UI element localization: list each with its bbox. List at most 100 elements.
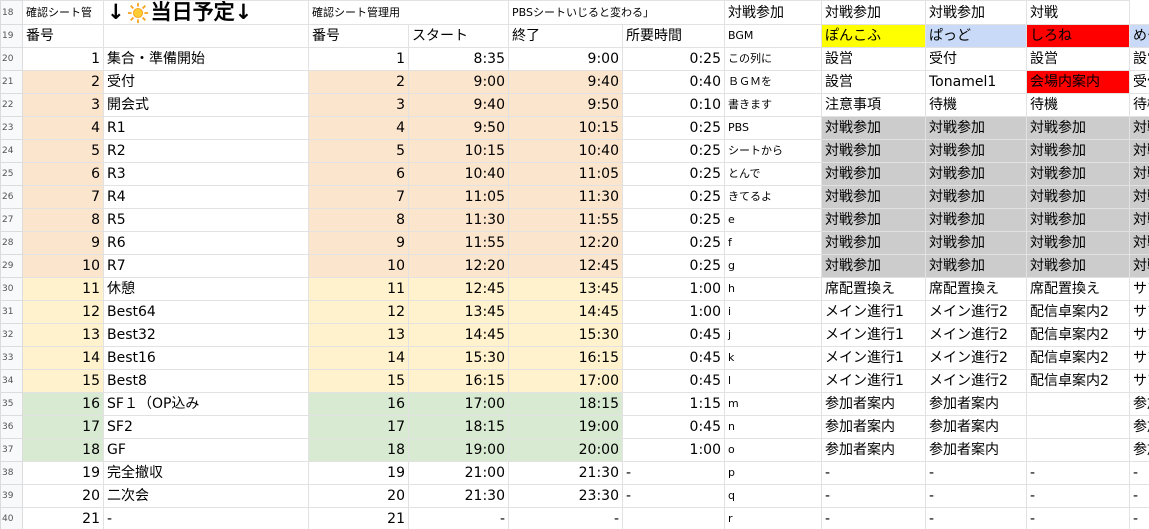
cell-event-name[interactable]: 受付 — [103, 70, 309, 94]
cell-bgm[interactable]: j — [724, 323, 822, 347]
cell-bgm[interactable]: n — [724, 415, 822, 439]
cell-end-time[interactable]: 18:15 — [508, 392, 623, 416]
cell-number[interactable]: 12 — [22, 300, 104, 324]
cell-duration[interactable]: 1:15 — [622, 392, 725, 416]
cell-duration[interactable]: 0:45 — [622, 369, 725, 393]
cell-staff-task[interactable]: 席配置換え — [1026, 277, 1130, 301]
cell-staff-task[interactable]: 対戦参加 — [925, 162, 1027, 186]
cell-staff-task[interactable]: サブ — [1129, 277, 1149, 301]
cell-staff-task[interactable]: メイン進行2 — [925, 346, 1027, 370]
cell-event-name[interactable]: Best32 — [103, 323, 309, 347]
cell-duration[interactable]: 0:25 — [622, 162, 725, 186]
cell-number-2[interactable]: 3 — [308, 93, 409, 117]
row-header[interactable]: 22 — [0, 93, 23, 117]
cell-staff-task[interactable]: 対戦参加 — [1026, 208, 1130, 232]
cell-number-2[interactable]: 5 — [308, 139, 409, 163]
cell-end-time[interactable]: 19:00 — [508, 415, 623, 439]
cell-staff-task[interactable]: メイン進行1 — [821, 300, 926, 324]
cell-staff-task[interactable]: メイン進行1 — [821, 346, 926, 370]
cell-staff-task[interactable]: 設営 — [821, 47, 926, 71]
cell-end-time[interactable]: 10:15 — [508, 116, 623, 140]
cell-end-time[interactable]: 11:55 — [508, 208, 623, 232]
cell-end-time[interactable]: 9:40 — [508, 70, 623, 94]
row-header[interactable]: 30 — [0, 277, 23, 301]
cell-duration[interactable]: 1:00 — [622, 438, 725, 462]
row-header[interactable]: 34 — [0, 369, 23, 393]
cell-start-time[interactable]: 11:55 — [408, 231, 509, 255]
cell-staff-task[interactable]: 参加者案内 — [925, 415, 1027, 439]
cell-end-time[interactable]: 13:45 — [508, 277, 623, 301]
cell-number[interactable]: 11 — [22, 277, 104, 301]
cell-staff-task[interactable]: 対戦参加 — [1026, 116, 1130, 140]
cell-duration-label[interactable]: 所要時間 — [622, 24, 725, 48]
cell-staff-task[interactable]: - — [821, 461, 926, 485]
cell-staff-task[interactable]: 注意事項 — [821, 93, 926, 117]
cell-start-time[interactable]: - — [408, 507, 509, 529]
cell-start-time[interactable]: 9:50 — [408, 116, 509, 140]
cell-number-2[interactable]: 18 — [308, 438, 409, 462]
cell-event-name[interactable]: R5 — [103, 208, 309, 232]
cell-staff-task[interactable]: 参加者案内 — [925, 392, 1027, 416]
cell-end-time[interactable]: 9:50 — [508, 93, 623, 117]
cell-event-name[interactable]: R7 — [103, 254, 309, 278]
cell-staff-task[interactable]: 対戦参加 — [1026, 231, 1130, 255]
cell-start-time[interactable]: 16:15 — [408, 369, 509, 393]
row-header[interactable]: 35 — [0, 392, 23, 416]
cell-number[interactable]: 4 — [22, 116, 104, 140]
cell-staff-task[interactable]: サブ — [1129, 300, 1149, 324]
cell-end-time[interactable]: 16:15 — [508, 346, 623, 370]
row-header[interactable]: 25 — [0, 162, 23, 186]
cell-bgm-label[interactable]: BGM — [724, 24, 822, 48]
row-header[interactable]: 18 — [0, 0, 23, 25]
cell-start-time[interactable]: 11:05 — [408, 185, 509, 209]
cell-staff-task[interactable]: 配信卓案内2 — [1026, 346, 1130, 370]
cell-staff-task[interactable]: 対戦 — [1129, 185, 1149, 209]
cell-start-time[interactable]: 10:40 — [408, 162, 509, 186]
cell-staff-task[interactable]: 待機 — [1129, 93, 1149, 117]
cell-staff-task[interactable]: 対戦参加 — [821, 116, 926, 140]
cell-bgm[interactable]: e — [724, 208, 822, 232]
cell-f-header[interactable]: PBSシートいじると変わる」 — [508, 0, 725, 25]
cell-bgm[interactable]: f — [724, 231, 822, 255]
cell-start-time[interactable]: 15:30 — [408, 346, 509, 370]
cell-staff-task[interactable]: 参加者案内 — [821, 392, 926, 416]
row-header[interactable]: 40 — [0, 507, 23, 529]
cell-bgm[interactable]: ＢＧＭを — [724, 70, 822, 94]
cell-end-time[interactable]: 17:00 — [508, 369, 623, 393]
cell-staff-task[interactable]: サブ — [1129, 346, 1149, 370]
cell-start-time[interactable]: 14:45 — [408, 323, 509, 347]
cell-staff-task[interactable]: 対戦参加 — [821, 231, 926, 255]
cell-event-name[interactable]: 完全撤収 — [103, 461, 309, 485]
cell-i-header[interactable]: 対戦参加 — [821, 0, 926, 25]
cell-staff-task[interactable]: 対戦参加 — [925, 208, 1027, 232]
cell-staff-task[interactable]: 対戦参加 — [925, 116, 1027, 140]
cell-start-time[interactable]: 18:15 — [408, 415, 509, 439]
cell-number[interactable]: 5 — [22, 139, 104, 163]
cell-bgm[interactable]: k — [724, 346, 822, 370]
cell-bgm[interactable]: 書きます — [724, 93, 822, 117]
cell-start-time[interactable]: 8:35 — [408, 47, 509, 71]
cell-bgm[interactable]: シートから — [724, 139, 822, 163]
cell-staff-task[interactable]: 設営 — [1026, 47, 1130, 71]
cell-staff-name[interactable]: ぱっど — [925, 24, 1027, 48]
cell-staff-task[interactable]: 参加 — [1129, 438, 1149, 462]
cell-staff-task[interactable]: 対戦参加 — [821, 139, 926, 163]
cell-end-label[interactable]: 終了 — [508, 24, 623, 48]
cell-number-2[interactable]: 13 — [308, 323, 409, 347]
cell-number[interactable]: 16 — [22, 392, 104, 416]
row-header[interactable]: 29 — [0, 254, 23, 278]
row-header[interactable]: 20 — [0, 47, 23, 71]
cell-event-name[interactable]: R6 — [103, 231, 309, 255]
cell-bgm[interactable]: PBS — [724, 116, 822, 140]
cell-staff-task[interactable]: 配信卓案内2 — [1026, 323, 1130, 347]
cell-duration[interactable]: - — [622, 484, 725, 508]
cell-end-time[interactable]: 12:20 — [508, 231, 623, 255]
cell-duration[interactable]: 0:25 — [622, 231, 725, 255]
row-header[interactable]: 39 — [0, 484, 23, 508]
cell-event-name[interactable]: SF１（OP込み — [103, 392, 309, 416]
cell-staff-task[interactable]: 待機 — [925, 93, 1027, 117]
cell-number-2[interactable]: 4 — [308, 116, 409, 140]
cell-staff-task[interactable]: 席配置換え — [925, 277, 1027, 301]
cell-end-time[interactable]: 23:30 — [508, 484, 623, 508]
cell-a-header[interactable]: 確認シート管 — [22, 0, 104, 25]
